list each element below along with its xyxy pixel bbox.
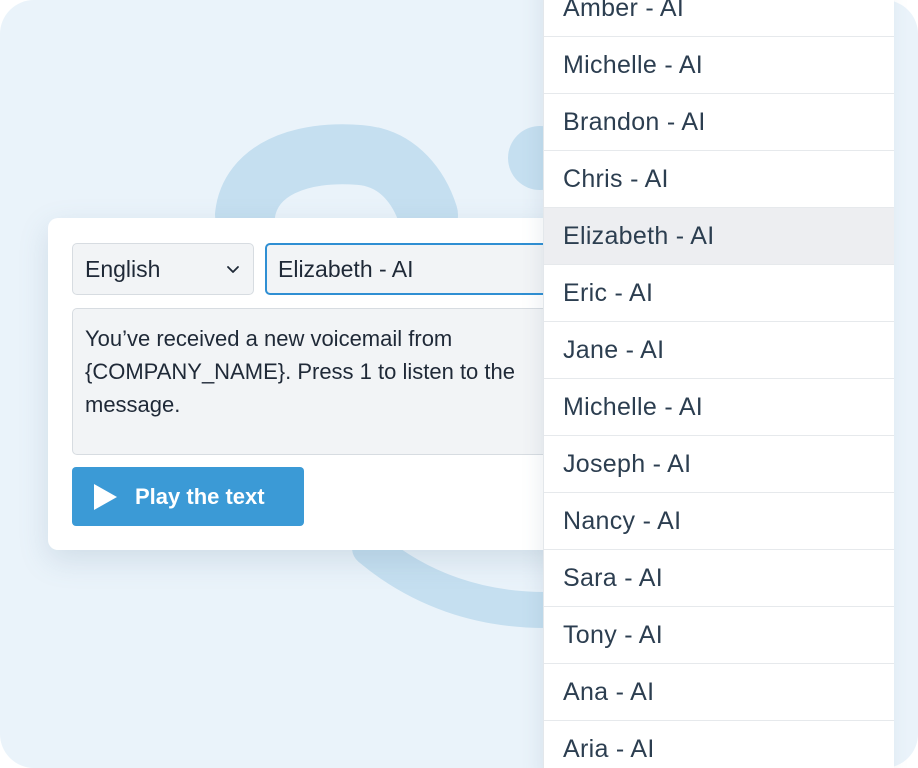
voice-option[interactable]: Ana - AI — [544, 664, 894, 721]
voice-option[interactable]: Brandon - AI — [544, 94, 894, 151]
voice-option[interactable]: Tony - AI — [544, 607, 894, 664]
play-text-button[interactable]: Play the text — [72, 467, 304, 526]
voice-option[interactable]: Nancy - AI — [544, 493, 894, 550]
language-select-value: English — [85, 255, 161, 282]
voice-option[interactable]: Joseph - AI — [544, 436, 894, 493]
voice-option[interactable]: Eric - AI — [544, 265, 894, 322]
voice-option[interactable]: Michelle - AI — [544, 379, 894, 436]
voice-option[interactable]: Amber - AI — [544, 0, 894, 37]
voice-option-selected[interactable]: Elizabeth - AI — [544, 208, 894, 265]
message-text: You’ve received a new voicemail from {CO… — [85, 326, 515, 417]
voice-option[interactable]: Chris - AI — [544, 151, 894, 208]
voice-option[interactable]: Michelle - AI — [544, 37, 894, 94]
tts-card: English Elizabeth - AI You’ve received a… — [48, 218, 608, 550]
play-icon — [94, 483, 117, 510]
chevron-down-icon — [227, 266, 239, 273]
voice-select-value: Elizabeth - AI — [278, 255, 414, 282]
message-textarea[interactable]: You’ve received a new voicemail from {CO… — [72, 308, 602, 455]
voice-option[interactable]: Jane - AI — [544, 322, 894, 379]
play-button-label: Play the text — [135, 483, 265, 509]
voice-option[interactable]: Sara - AI — [544, 550, 894, 607]
voice-dropdown-list[interactable]: Amber - AI Michelle - AI Brandon - AI Ch… — [543, 0, 894, 768]
voice-option[interactable]: Aria - AI — [544, 721, 894, 768]
language-select[interactable]: English — [72, 243, 254, 295]
